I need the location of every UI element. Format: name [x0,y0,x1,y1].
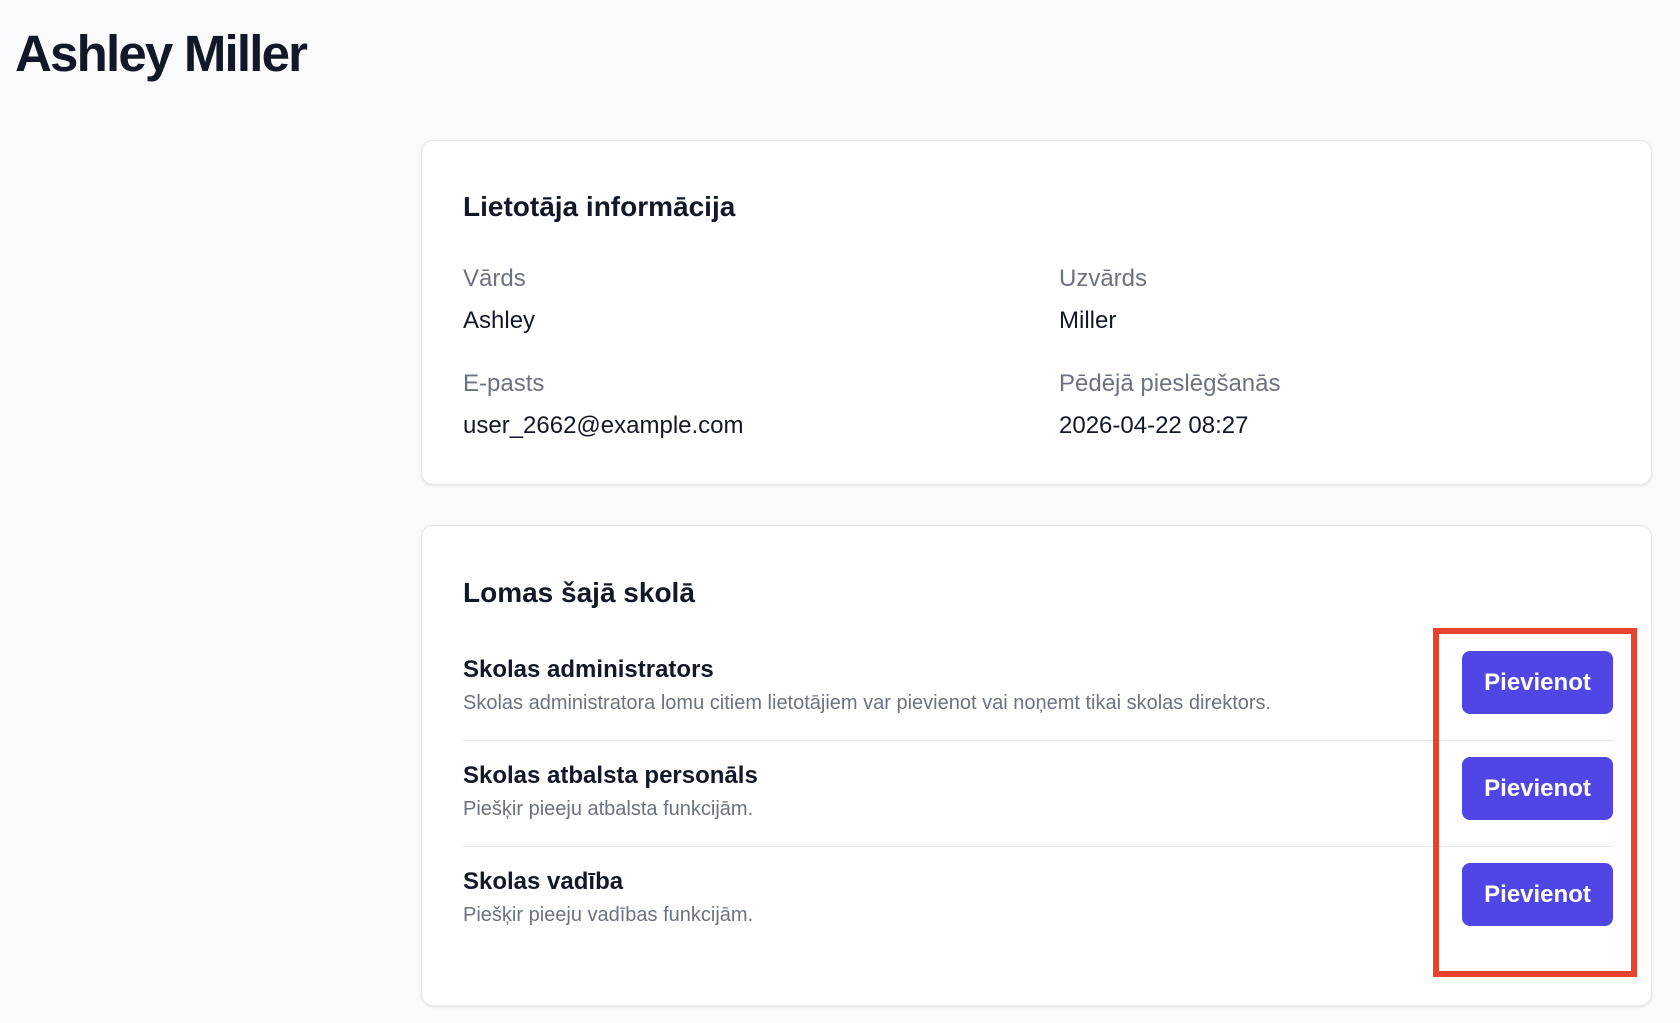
role-name: Skolas atbalsta personāls [463,762,758,789]
role-name: Skolas vadība [463,868,624,895]
last-login-label: Pēdējā pieslēgšanās [1059,370,1281,397]
last-name-label: Uzvārds [1059,265,1148,292]
user-info-card: Lietotāja informācija Vārds Ashley Uzvār… [421,140,1652,485]
roles-title: Lomas šajā skolā [463,577,695,608]
first-name-label: Vārds [463,265,526,292]
last-login-field: Pēdējā pieslēgšanās 2026-04-22 08:27 [1059,369,1281,441]
role-description: Piešķir pieeju vadības funkcijām. [463,904,754,926]
add-role-button-management[interactable]: Pievienot [1462,863,1613,926]
add-role-button-support-staff[interactable]: Pievienot [1462,757,1613,820]
role-description: Skolas administratora lomu citiem lietot… [463,692,1272,714]
role-row-school-admin: Skolas administrators Skolas administrat… [463,635,1613,741]
last-login-value: 2026-04-22 08:27 [1059,412,1249,439]
roles-list: Skolas administrators Skolas administrat… [463,635,1613,953]
role-description: Piešķir pieeju atbalsta funkcijām. [463,798,754,820]
role-name: Skolas administrators [463,656,714,683]
email-label: E-pasts [463,370,545,397]
user-info-title: Lietotāja informācija [463,191,736,222]
roles-card: Lomas šajā skolā Skolas administrators S… [421,525,1652,1006]
last-name-value: Miller [1059,307,1117,334]
email-value: user_2662@example.com [463,412,744,439]
add-role-button-school-admin[interactable]: Pievienot [1462,651,1613,714]
last-name-field: Uzvārds Miller [1059,264,1147,336]
email-field: E-pasts user_2662@example.com [463,369,744,441]
first-name-value: Ashley [463,307,536,334]
page-title: Ashley Miller [15,25,308,82]
role-row-support-staff: Skolas atbalsta personāls Piešķir pieeju… [463,741,1613,847]
first-name-field: Vārds Ashley [463,264,535,336]
role-row-management: Skolas vadība Piešķir pieeju vadības fun… [463,847,1613,953]
